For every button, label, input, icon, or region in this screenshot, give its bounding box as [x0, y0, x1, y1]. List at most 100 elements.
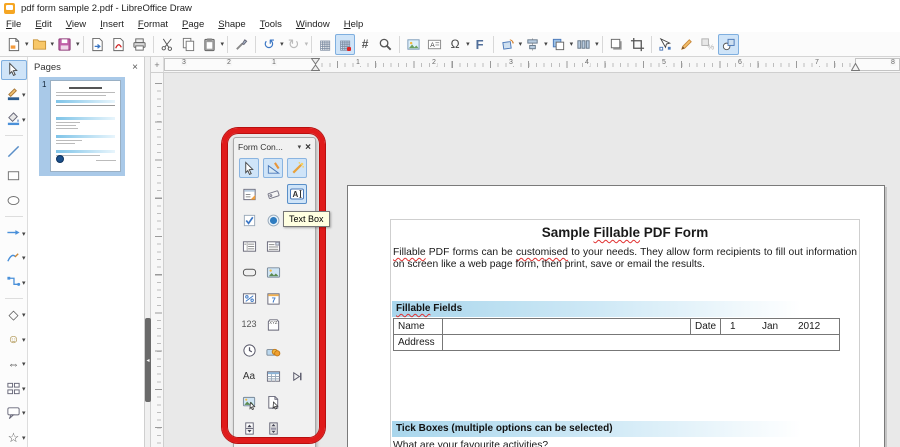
fontwork-icon[interactable]: F [470, 34, 490, 55]
dropdown-arrow-icon[interactable]: ▾ [22, 336, 26, 344]
display-grid-icon[interactable]: ▦ [315, 34, 335, 55]
open-folder-icon[interactable] [29, 34, 50, 55]
crop-image-icon[interactable] [627, 34, 648, 55]
text-label-icon[interactable]: Aa [239, 366, 259, 386]
image-button-icon[interactable] [263, 262, 283, 282]
menu-shape[interactable]: Shape [218, 19, 245, 30]
cut-icon[interactable] [157, 34, 178, 55]
save-icon[interactable] [54, 34, 75, 55]
print-icon[interactable] [129, 34, 150, 55]
connectors-icon[interactable]: ▾ [1, 272, 27, 292]
date-day-value[interactable]: 1 [730, 319, 762, 334]
helplines-while-moving-icon[interactable]: % [697, 34, 718, 55]
menu-page[interactable]: Page [182, 19, 204, 30]
formatted-field-icon[interactable] [239, 288, 259, 308]
margin-marker-icon[interactable] [851, 63, 860, 71]
shadow-icon[interactable] [606, 34, 627, 55]
menu-insert[interactable]: Insert [100, 19, 124, 30]
flowchart-shapes-icon[interactable]: ▾ [1, 378, 27, 398]
name-field[interactable] [443, 319, 691, 334]
form-select-icon[interactable] [239, 158, 259, 178]
panel-hide-handle[interactable]: ◂ [145, 318, 151, 402]
select-tool-icon[interactable] [1, 60, 27, 80]
ellipse-icon[interactable] [1, 191, 27, 211]
label-field-icon[interactable] [263, 184, 283, 204]
zoom-icon[interactable] [375, 34, 396, 55]
page-thumbnail[interactable]: 1 [39, 77, 125, 176]
combo-box-icon[interactable] [263, 236, 283, 256]
fill-color-icon[interactable]: ▾ [1, 109, 27, 129]
address-field[interactable] [443, 335, 839, 350]
indent-marker-icon[interactable] [311, 58, 320, 71]
insert-line-icon[interactable] [1, 142, 27, 162]
pattern-field-icon[interactable]: XYZ [263, 314, 283, 334]
insert-text-box-icon[interactable]: A [424, 34, 445, 55]
undo-icon[interactable]: ↺ [259, 34, 279, 55]
menu-tools[interactable]: Tools [260, 19, 282, 30]
edit-points-icon[interactable] [655, 34, 676, 55]
snap-guides-icon[interactable]: ▦ [335, 34, 355, 55]
dropdown-arrow-icon[interactable]: ▾ [22, 360, 26, 368]
date-month-value[interactable]: Jan [762, 319, 798, 334]
export-icon[interactable] [87, 34, 108, 55]
callout-shapes-icon[interactable]: ▾ [1, 403, 27, 423]
dropdown-arrow-icon[interactable]: ▾ [22, 409, 26, 417]
dropdown-arrow-icon[interactable]: ▾ [22, 311, 26, 319]
basic-shapes-icon[interactable]: ◇ ▾ [1, 305, 27, 325]
date-field-icon[interactable]: 7 [263, 288, 283, 308]
dropdown-arrow-icon[interactable]: ▾ [22, 385, 26, 393]
close-icon[interactable]: × [305, 142, 311, 153]
dropdown-arrow-icon[interactable]: ▾ [22, 91, 26, 99]
file-selection-icon[interactable] [263, 392, 283, 412]
form-wizard-icon[interactable] [287, 158, 307, 178]
dropdown-arrow-icon[interactable]: ▾ [25, 40, 29, 48]
menu-help[interactable]: Help [344, 19, 364, 30]
scrollbar-icon[interactable] [263, 418, 283, 438]
check-box-icon[interactable] [239, 210, 259, 230]
clone-formatting-icon[interactable] [231, 34, 252, 55]
export-pdf-icon[interactable] [108, 34, 129, 55]
dropdown-arrow-icon[interactable]: ▾ [22, 254, 26, 262]
curves-and-polygons-icon[interactable]: ▾ [1, 248, 27, 268]
star-shapes-icon[interactable]: ☆ ▾ [1, 427, 27, 447]
rectangle-icon[interactable] [1, 166, 27, 186]
ruler-origin-icon[interactable]: + [151, 57, 164, 72]
menu-file[interactable]: File [6, 19, 21, 30]
currency-field-icon[interactable] [263, 340, 283, 360]
gluepoint-functions-icon[interactable] [676, 34, 697, 55]
design-mode-icon[interactable] [263, 158, 283, 178]
redo-icon[interactable]: ↻ [284, 34, 304, 55]
list-box-icon[interactable] [239, 236, 259, 256]
date-year-value[interactable]: 2012 [798, 319, 838, 334]
toolbar-menu-icon[interactable]: ▾ [298, 143, 302, 151]
menu-format[interactable]: Format [138, 19, 168, 30]
form-properties-icon[interactable] [239, 184, 259, 204]
menu-view[interactable]: View [66, 19, 86, 30]
copy-icon[interactable] [178, 34, 199, 55]
line-color-icon[interactable]: ▾ [1, 85, 27, 105]
distribute-icon[interactable] [573, 34, 594, 55]
text-box-icon[interactable]: A [287, 184, 307, 204]
helplines-icon[interactable]: # [355, 34, 375, 55]
symbol-shapes-icon[interactable]: ☺ ▾ [1, 329, 27, 349]
menu-window[interactable]: Window [296, 19, 330, 30]
document-page[interactable]: Sample Fillable PDF Form Fillable PDF fo… [347, 185, 885, 447]
dropdown-arrow-icon[interactable]: ▾ [76, 40, 80, 48]
show-draw-functions-icon[interactable] [718, 34, 739, 55]
table-control-icon[interactable] [263, 366, 283, 386]
push-button-icon[interactable] [239, 262, 259, 282]
paste-icon[interactable] [199, 34, 220, 55]
arrange-icon[interactable] [548, 34, 569, 55]
dropdown-arrow-icon[interactable]: ▾ [22, 279, 26, 287]
align-objects-icon[interactable] [522, 34, 543, 55]
dropdown-arrow-icon[interactable]: ▾ [22, 230, 26, 238]
menu-edit[interactable]: Edit [35, 19, 51, 30]
numerical-field-icon[interactable]: 123 [239, 314, 259, 334]
dropdown-arrow-icon[interactable]: ▾ [22, 434, 26, 442]
close-icon[interactable]: × [132, 62, 138, 73]
date-field[interactable]: 1 Jan 2012 [721, 319, 839, 334]
new-document-icon[interactable] [3, 34, 24, 55]
image-control-icon[interactable] [239, 392, 259, 412]
lines-and-arrows-icon[interactable]: ▾ [1, 223, 27, 243]
option-button-icon[interactable] [263, 210, 283, 230]
